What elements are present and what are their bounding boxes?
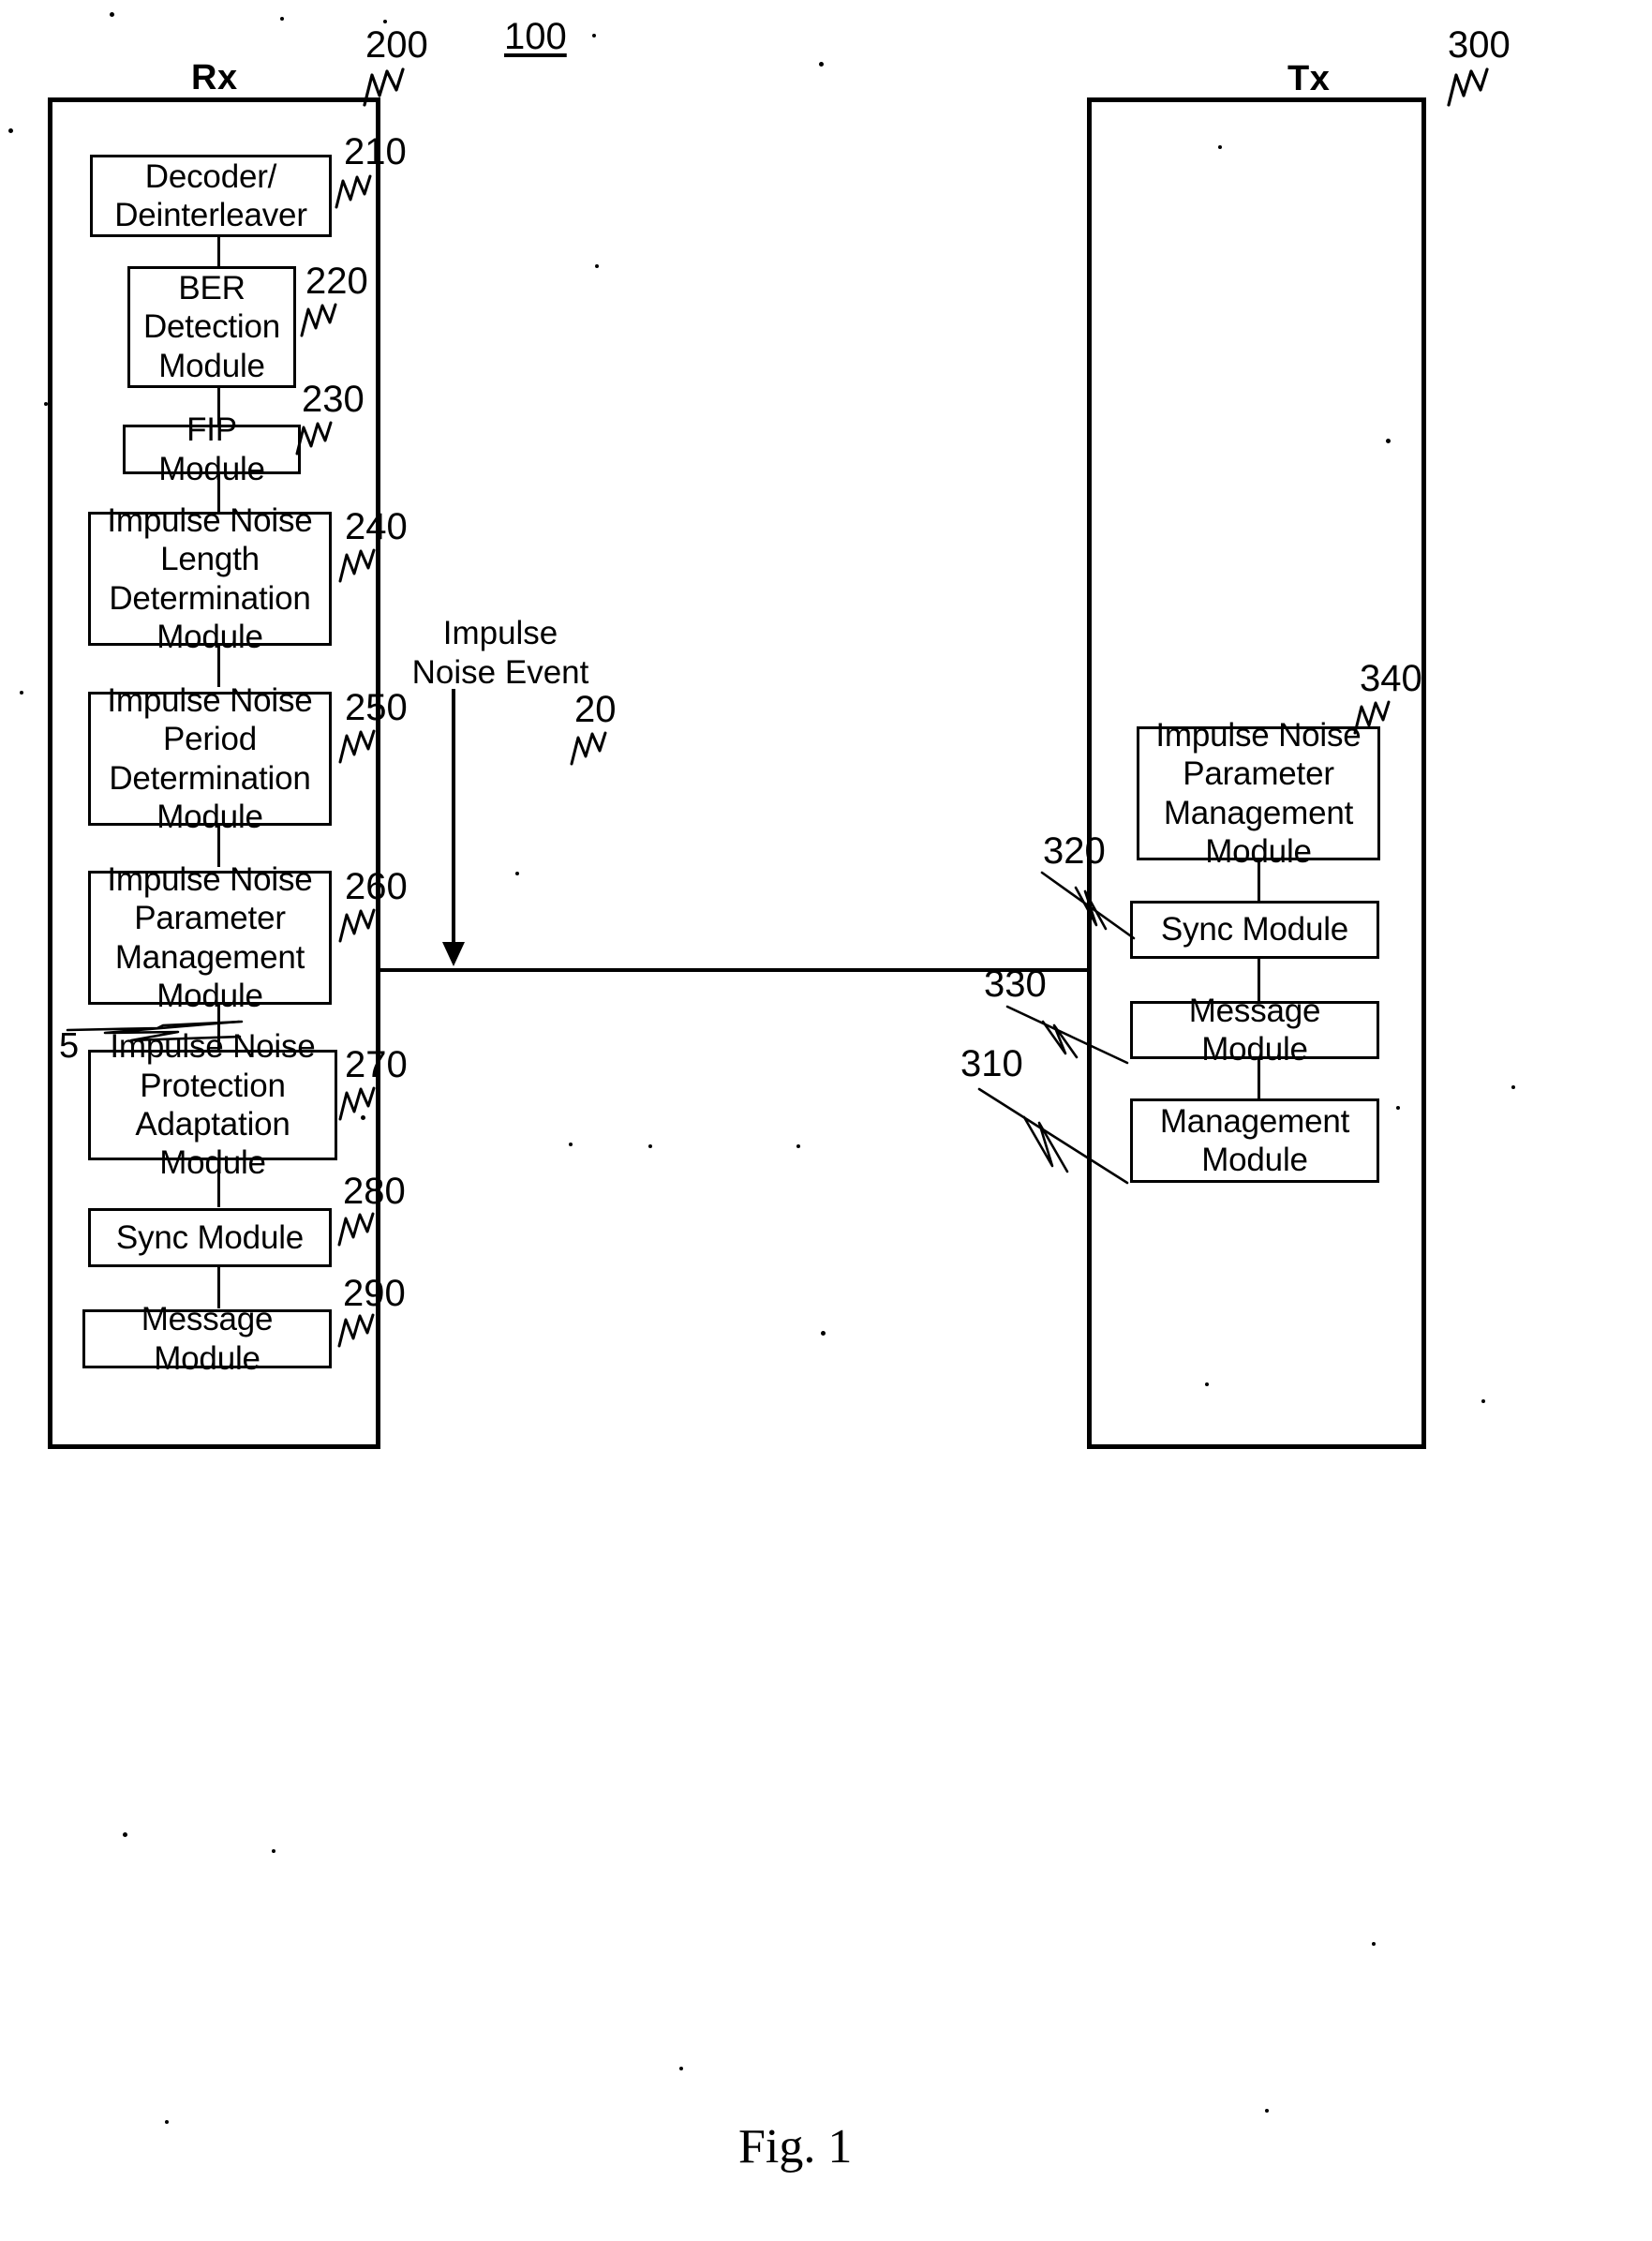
scan-speck [819, 62, 824, 67]
ref-numeral-230: 230 [302, 379, 365, 420]
lead-squiggle-230 [293, 420, 333, 456]
module-label: Sync Module [1160, 911, 1349, 949]
scan-speck [1372, 1942, 1376, 1946]
scan-speck [383, 20, 387, 23]
ref-numeral-330: 330 [984, 964, 1047, 1005]
module-label: Impulse Noise Protection Adaptation Modu… [110, 1028, 316, 1182]
module-sync-tx[interactable]: Sync Module [1130, 901, 1379, 959]
lead-squiggle-240 [336, 547, 376, 583]
ref-numeral-210: 210 [344, 131, 407, 172]
ref-numeral-200: 200 [365, 24, 428, 66]
impulse-noise-event-arrow-shaft [452, 689, 455, 944]
lead-line-320 [1040, 867, 1143, 942]
scan-speck [165, 2120, 169, 2124]
lead-line-310 [977, 1085, 1137, 1188]
ref-numeral-290: 290 [343, 1273, 406, 1314]
module-management-tx[interactable]: Management Module [1130, 1098, 1379, 1183]
module-impulse-noise-parameter-management-tx[interactable]: Impulse Noise Parameter Management Modul… [1137, 717, 1380, 870]
ref-numeral-20: 20 [574, 689, 617, 730]
module-label: Impulse Noise Parameter Management Modul… [1155, 716, 1362, 870]
lead-squiggle-220 [298, 302, 337, 337]
ref-numeral-300: 300 [1448, 24, 1511, 66]
connector-210-220 [217, 236, 220, 266]
module-label: Impulse Noise Parameter Management Modul… [107, 860, 313, 1014]
lead-squiggle-340 [1351, 699, 1391, 735]
lead-squiggle-290 [335, 1312, 375, 1348]
lead-squiggle-250 [336, 728, 376, 764]
lead-squiggle-20 [568, 730, 607, 766]
module-decoder-deinterleaver[interactable]: Decoder/ Deinterleaver [90, 155, 332, 237]
scan-speck [1265, 2109, 1269, 2113]
figure-caption: Fig. 1 [738, 2120, 853, 2174]
scan-speck [1481, 1399, 1485, 1403]
ref-numeral-220: 220 [305, 261, 368, 302]
lead-squiggle-280 [335, 1211, 375, 1247]
module-impulse-noise-protection-adaptation[interactable]: Impulse Noise Protection Adaptation Modu… [88, 1028, 337, 1181]
scan-speck [648, 1144, 652, 1148]
module-label: Impulse Noise Length Determination Modul… [107, 501, 313, 655]
ref-numeral-280: 280 [343, 1171, 406, 1212]
scan-speck [569, 1143, 573, 1146]
scan-speck [592, 34, 596, 37]
module-label: FIP Module [158, 411, 265, 487]
module-impulse-noise-period-determination[interactable]: Impulse Noise Period Determination Modul… [88, 682, 332, 835]
ref-numeral-260: 260 [345, 866, 408, 907]
scan-speck [1511, 1085, 1515, 1089]
module-label: BER Detection Module [142, 270, 281, 384]
module-label: Management Module [1159, 1102, 1350, 1178]
scan-speck [515, 872, 519, 875]
module-fip[interactable]: FIP Module [123, 411, 301, 487]
scan-speck [595, 264, 599, 268]
scan-speck [110, 12, 114, 17]
patent-figure-1: 200 100 300 Rx Tx Decoder/ Deinterleaver… [0, 0, 1652, 2241]
module-ber-detection[interactable]: BER Detection Module [127, 266, 296, 388]
lead-squiggle-260 [336, 907, 376, 943]
module-label: Impulse Noise Period Determination Modul… [107, 681, 313, 835]
receiver-label: Rx [191, 58, 238, 97]
module-message-tx[interactable]: Message Module [1130, 993, 1379, 1068]
module-label: Decoder/ Deinterleaver [114, 157, 307, 233]
ref-numeral-100: 100 [504, 16, 567, 57]
module-impulse-noise-parameter-management-rx[interactable]: Impulse Noise Parameter Management Modul… [88, 861, 332, 1014]
scan-speck [679, 2067, 683, 2070]
module-impulse-noise-length-determination[interactable]: Impulse Noise Length Determination Modul… [88, 502, 332, 655]
ref-numeral-310: 310 [960, 1043, 1023, 1084]
module-label: Message Module [1188, 992, 1321, 1068]
scan-speck [796, 1144, 800, 1148]
scan-speck [20, 691, 23, 695]
scan-speck [280, 17, 284, 21]
impulse-noise-event-arrow-head [442, 942, 465, 966]
scan-speck [272, 1849, 275, 1853]
lead-squiggle-210 [333, 173, 372, 209]
ref-numeral-270: 270 [345, 1044, 408, 1085]
scan-speck [8, 128, 13, 133]
lead-squiggle-5 [66, 1016, 246, 1046]
module-label: Sync Module [115, 1218, 305, 1256]
ref-numeral-250: 250 [345, 687, 408, 728]
lead-squiggle-270 [336, 1085, 376, 1121]
scan-speck [123, 1832, 127, 1837]
module-label: Message Module [141, 1301, 274, 1377]
scan-speck [821, 1331, 826, 1336]
module-sync-rx[interactable]: Sync Module [88, 1208, 332, 1267]
lead-line-330 [1005, 1003, 1137, 1068]
module-message-rx[interactable]: Message Module [82, 1301, 332, 1377]
impulse-noise-event-label: Impulse Noise Event [411, 615, 589, 691]
lead-squiggle-300 [1443, 67, 1490, 107]
transmitter-label: Tx [1287, 59, 1331, 98]
ref-numeral-340: 340 [1360, 658, 1422, 699]
ref-numeral-240: 240 [345, 506, 408, 547]
